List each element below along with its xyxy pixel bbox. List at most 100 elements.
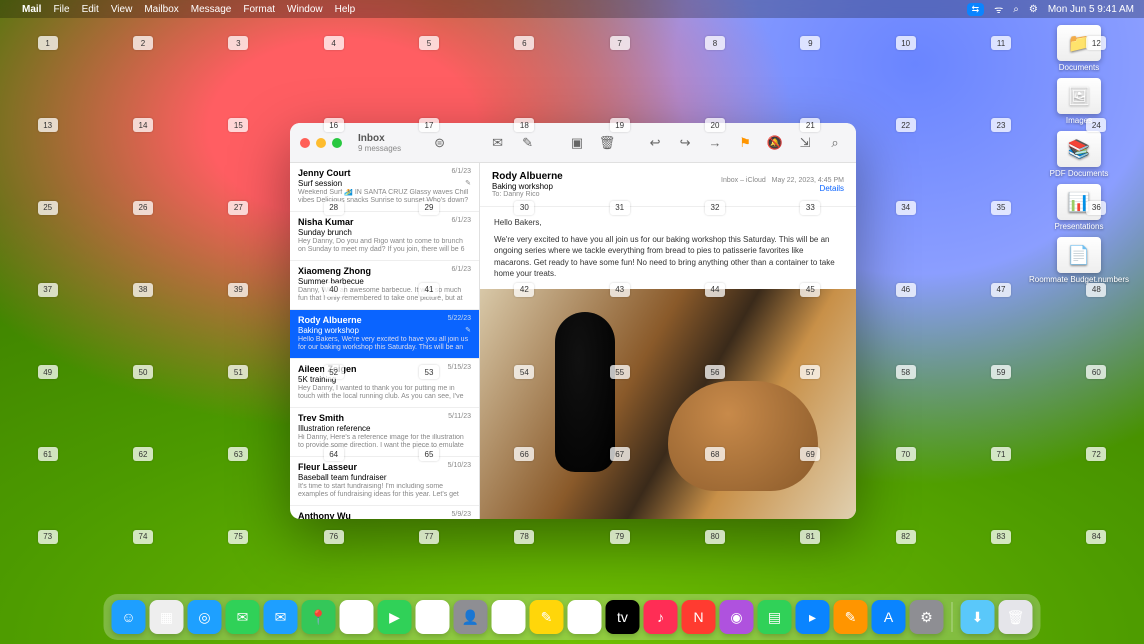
close-button[interactable] <box>300 138 310 148</box>
menu-format[interactable]: Format <box>243 4 275 15</box>
msg-subject: Baking workshop✎ <box>298 326 471 335</box>
dock: ☺▦◎✉✉📍✿▶5👤☑✎〰tv♪N◉▤▸✎A⚙⬇🗑 <box>104 594 1041 640</box>
dock-appstore[interactable]: A <box>872 600 906 634</box>
menu-message[interactable]: Message <box>191 4 232 15</box>
mute-icon[interactable]: 🔕 <box>764 132 786 154</box>
msg-subject: Illustration reference <box>298 424 471 433</box>
folder-icon: 📄 <box>1057 237 1101 273</box>
dock-facetime[interactable]: ▶ <box>378 600 412 634</box>
forward-icon[interactable]: → <box>704 132 726 154</box>
maximize-button[interactable] <box>332 138 342 148</box>
dock-mail[interactable]: ✉ <box>264 600 298 634</box>
dock-podcasts[interactable]: ◉ <box>720 600 754 634</box>
menu-view[interactable]: View <box>111 4 133 15</box>
dock-tv[interactable]: tv <box>606 600 640 634</box>
dock-downloads[interactable]: ⬇ <box>961 600 995 634</box>
safari-icon: ◎ <box>198 609 210 626</box>
message-row[interactable]: Nisha Kumar6/1/23 Sunday brunch Hey Dann… <box>290 212 479 261</box>
message-row[interactable]: Xiaomeng Zhong6/1/23 Summer barbecue Dan… <box>290 261 479 310</box>
folder-icon: 📁 <box>1057 25 1101 61</box>
body-text: We're very excited to have you all join … <box>494 234 842 279</box>
desktop-item[interactable]: 🖼Images <box>1024 78 1134 125</box>
desktop-item[interactable]: 📄Roommate Budget.numbers <box>1024 237 1134 284</box>
desktop-item[interactable]: 📊Presentations <box>1024 184 1134 231</box>
msg-preview: Hey Danny, I wanted to thank you for put… <box>298 385 471 401</box>
contacts-icon: 👤 <box>462 609 479 626</box>
details-link[interactable]: Details <box>721 184 844 193</box>
menu-window[interactable]: Window <box>287 4 323 15</box>
message-row[interactable]: Aileen Zeigen5/15/23 5K training Hey Dan… <box>290 359 479 408</box>
msg-from: Nisha Kumar <box>298 217 354 227</box>
menubar-app[interactable]: Mail <box>22 4 41 15</box>
message-row[interactable]: Anthony Wu5/9/23 Invite edits Hey Danny,… <box>290 506 479 519</box>
dock-pages[interactable]: ✎ <box>834 600 868 634</box>
dock-settings[interactable]: ⚙ <box>910 600 944 634</box>
menu-file[interactable]: File <box>53 4 69 15</box>
inbox-count: 9 messages <box>358 144 401 153</box>
spotlight-icon[interactable]: ⌕ <box>1013 4 1019 15</box>
flag-icon[interactable]: ⚑ <box>734 132 756 154</box>
dock-messages[interactable]: ✉ <box>226 600 260 634</box>
message-row[interactable]: Trev Smith5/11/23 Illustration reference… <box>290 408 479 457</box>
search-icon[interactable]: ⌕ <box>824 132 846 154</box>
appstore-icon: A <box>884 609 893 625</box>
screen-mirroring-icon[interactable]: ⇆ <box>967 3 985 16</box>
notes-icon: ✎ <box>541 609 553 626</box>
dock-finder[interactable]: ☺ <box>112 600 146 634</box>
numbers-icon: ▤ <box>768 609 781 626</box>
mail-toolbar: Inbox 9 messages ⊜ ✉ ✎ ▣ 🗑 ↩ ↪ → ⚑ 🔕 ⇲ ⌕ <box>290 123 856 163</box>
dock-photos[interactable]: ✿ <box>340 600 374 634</box>
calendar-icon: 5 <box>429 609 437 625</box>
dock-maps[interactable]: 📍 <box>302 600 336 634</box>
trash-icon: 🗑 <box>1007 609 1025 626</box>
menu-edit[interactable]: Edit <box>82 4 99 15</box>
msg-date: 6/1/23 <box>452 168 471 178</box>
message-row[interactable]: Jenny Court6/1/23 Surf session✎ Weekend … <box>290 163 479 212</box>
msg-from: Xiaomeng Zhong <box>298 266 371 276</box>
dock-music[interactable]: ♪ <box>644 600 678 634</box>
dock-reminders[interactable]: ☑ <box>492 600 526 634</box>
message-list[interactable]: Jenny Court6/1/23 Surf session✎ Weekend … <box>290 163 480 519</box>
msg-date: 5/10/23 <box>448 462 471 472</box>
dock-numbers[interactable]: ▤ <box>758 600 792 634</box>
dock-news[interactable]: N <box>682 600 716 634</box>
dock-calendar[interactable]: 5 <box>416 600 450 634</box>
dock-keynote[interactable]: ▸ <box>796 600 830 634</box>
email-attachment-image <box>480 289 856 519</box>
dock-safari[interactable]: ◎ <box>188 600 222 634</box>
dock-contacts[interactable]: 👤 <box>454 600 488 634</box>
msg-preview: Hi Danny, Here's a reference image for t… <box>298 434 471 450</box>
menu-mailbox[interactable]: Mailbox <box>144 4 178 15</box>
reply-icon[interactable]: ↩ <box>644 132 666 154</box>
control-center-icon[interactable]: ⚙ <box>1029 4 1038 15</box>
wifi-icon[interactable]: ᯤ <box>994 2 1003 16</box>
msg-subject: Surf session✎ <box>298 179 471 188</box>
reply-all-icon[interactable]: ↪ <box>674 132 696 154</box>
reader-from: Rody Albuerne <box>492 171 563 182</box>
msg-from: Fleur Lasseur <box>298 462 357 472</box>
desktop-item[interactable]: 📚PDF Documents <box>1024 131 1134 178</box>
move-icon[interactable]: ⇲ <box>794 132 816 154</box>
menubar-clock[interactable]: Mon Jun 5 9:41 AM <box>1048 4 1134 15</box>
dock-trash[interactable]: 🗑 <box>999 600 1033 634</box>
dock-notes[interactable]: ✎ <box>530 600 564 634</box>
archive-icon[interactable]: ▣ <box>566 132 588 154</box>
message-row[interactable]: Rody Albuerne5/22/23 Baking workshop✎ He… <box>290 310 479 359</box>
msg-date: 6/1/23 <box>452 217 471 227</box>
dock-launchpad[interactable]: ▦ <box>150 600 184 634</box>
msg-date: 5/22/23 <box>448 315 471 325</box>
message-row[interactable]: Fleur Lasseur5/10/23 Baseball team fundr… <box>290 457 479 506</box>
menu-help[interactable]: Help <box>335 4 356 15</box>
inbox-heading: Inbox 9 messages <box>358 133 401 153</box>
music-icon: ♪ <box>657 609 664 625</box>
envelope-icon[interactable]: ✉ <box>487 132 509 154</box>
msg-from: Anthony Wu <box>298 511 351 519</box>
trash-icon[interactable]: 🗑 <box>596 132 618 154</box>
msg-subject: 5K training <box>298 375 471 384</box>
minimize-button[interactable] <box>316 138 326 148</box>
dock-freeform[interactable]: 〰 <box>568 600 602 634</box>
filter-icon[interactable]: ⊜ <box>429 132 451 154</box>
desktop-item[interactable]: 📁Documents <box>1024 25 1134 72</box>
keynote-icon: ▸ <box>809 609 816 626</box>
compose-icon[interactable]: ✎ <box>517 132 539 154</box>
